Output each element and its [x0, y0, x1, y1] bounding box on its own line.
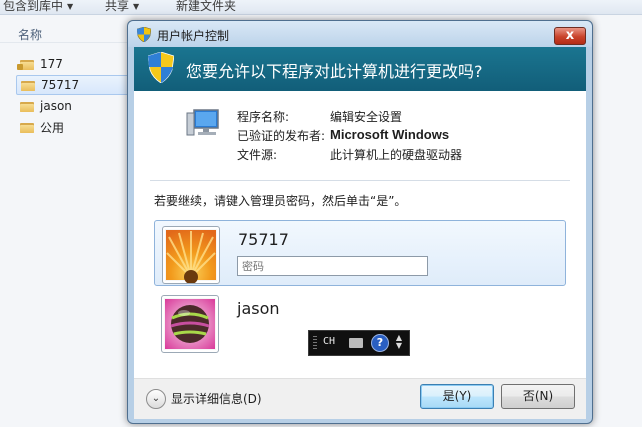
column-divider — [0, 42, 130, 43]
program-name-row: 程序名称: 编辑安全设置 — [237, 108, 462, 127]
uac-dialog: 用户帐户控制 x 您要允许以下程序对此计算机进行更改吗? 程序名称: 编辑安全设… — [127, 20, 593, 424]
file-name: 177 — [40, 57, 63, 71]
computer-icon — [186, 109, 219, 136]
program-info: 程序名称: 编辑安全设置 已验证的发布者: Microsoft Windows … — [237, 108, 462, 165]
folder-icon — [20, 122, 34, 133]
drag-handle-icon[interactable] — [313, 336, 317, 350]
folder-icon — [21, 80, 35, 91]
user-avatar-ball — [161, 295, 219, 353]
share-button[interactable]: 共享 ▼ — [105, 0, 139, 14]
uac-shield-icon — [137, 27, 151, 42]
dialog-body: 程序名称: 编辑安全设置 已验证的发布者: Microsoft Windows … — [134, 91, 586, 378]
user-avatar-flower — [162, 226, 220, 284]
close-button[interactable]: x — [554, 27, 586, 45]
file-item-jason[interactable]: jason — [16, 96, 130, 116]
file-source-value: 此计算机上的硬盘驱动器 — [330, 148, 463, 162]
instruction-text: 若要继续，请键入管理员密码，然后单击“是”。 — [154, 194, 407, 208]
file-name: jason — [40, 99, 72, 113]
yes-button[interactable]: 是(Y) — [420, 384, 494, 409]
file-source-label: 文件源: — [237, 148, 278, 162]
share-label: 共享 — [105, 0, 130, 13]
publisher-value: Microsoft Windows — [330, 127, 450, 142]
chevron-down-icon[interactable]: ⌄ — [146, 389, 166, 409]
dialog-question: 您要允许以下程序对此计算机进行更改吗? — [186, 62, 483, 81]
folder-icon — [20, 101, 34, 112]
file-item-75717[interactable]: 75717 — [16, 75, 130, 95]
locked-folder-icon — [17, 59, 34, 70]
help-icon[interactable]: ? — [371, 334, 389, 352]
password-field[interactable] — [237, 256, 428, 276]
ime-language[interactable]: CH — [323, 336, 335, 347]
file-item-public[interactable]: 公用 — [16, 117, 130, 137]
chevron-down-icon: ▼ — [133, 2, 140, 11]
dialog-header: 您要允许以下程序对此计算机进行更改吗? — [134, 47, 586, 91]
account-tile-75717[interactable]: 75717 — [154, 220, 566, 286]
new-folder-button[interactable]: 新建文件夹 — [176, 0, 236, 14]
dialog-title: 用户帐户控制 — [157, 29, 230, 43]
program-name-label: 程序名称: — [237, 110, 290, 124]
close-icon: x — [565, 28, 575, 43]
column-header-name[interactable]: 名称 — [18, 26, 42, 43]
publisher-label: 已验证的发布者: — [237, 129, 326, 143]
file-name: 公用 — [40, 120, 65, 135]
publisher-row: 已验证的发布者: Microsoft Windows — [237, 127, 462, 146]
chevron-down-icon: ▼ — [67, 2, 74, 11]
divider — [150, 180, 570, 181]
username: jason — [237, 299, 280, 318]
username: 75717 — [238, 230, 289, 249]
show-details-link[interactable]: 显示详细信息(D) — [171, 390, 262, 407]
include-in-library-button[interactable]: 包含到库中 ▼ — [3, 0, 73, 14]
file-list: 177 75717 jason 公用 — [16, 54, 130, 138]
file-source-row: 文件源: 此计算机上的硬盘驱动器 — [237, 146, 462, 165]
ime-language-bar[interactable]: CH ? ▲ ▼ — [308, 330, 410, 356]
file-name: 75717 — [41, 78, 80, 92]
keyboard-icon[interactable] — [349, 338, 363, 348]
no-button[interactable]: 否(N) — [501, 384, 575, 409]
dialog-titlebar[interactable]: 用户帐户控制 x — [128, 21, 592, 47]
include-in-library-label: 包含到库中 — [3, 0, 64, 13]
program-name-value: 编辑安全设置 — [330, 110, 403, 124]
file-item-177[interactable]: 177 — [16, 54, 130, 74]
uac-shield-icon — [148, 52, 174, 83]
explorer-toolbar: 包含到库中 ▼ 共享 ▼ 新建文件夹 — [0, 0, 642, 15]
dialog-footer: ⌄ 显示详细信息(D) 是(Y) 否(N) — [134, 378, 586, 419]
options-icon[interactable]: ▲ ▼ — [394, 334, 404, 352]
